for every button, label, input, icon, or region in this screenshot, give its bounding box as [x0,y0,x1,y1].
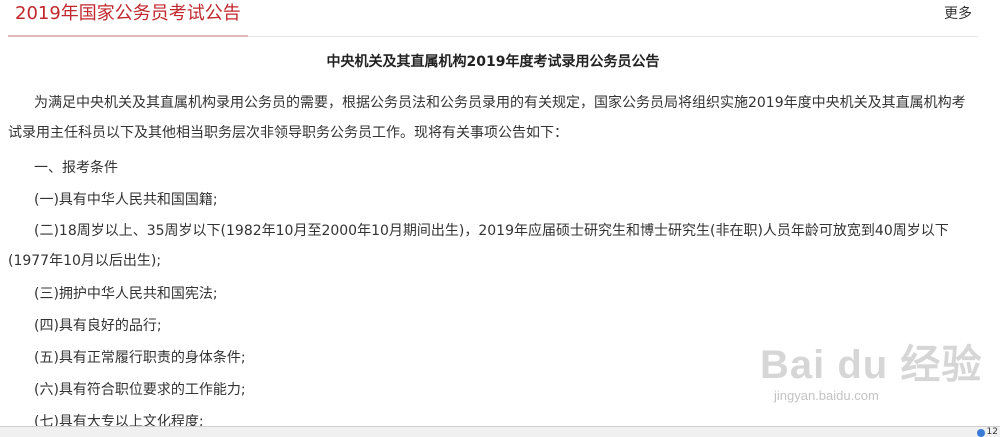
zoom-control[interactable]: 12 [976,427,998,437]
condition-item: (二)18周岁以上、35周岁以下(1982年10月至2000年10月期间出生)，… [8,223,949,269]
header: 2019年国家公务员考试公告 更多 [0,0,1000,37]
header-divider [248,36,978,37]
more-link[interactable]: 更多 [944,4,972,24]
condition-item: (三)拥护中华人民共和国宪法; [34,286,218,302]
section-title: 2019年国家公务员考试公告 [15,3,241,24]
condition-item: (四)具有良好的品行; [34,318,162,334]
article-title: 中央机关及其直属机构2019年度考试录用公务员公告 [326,54,660,70]
status-bar: 12 [0,426,1000,437]
section-heading: 一、报考条件 [34,160,118,176]
intro-paragraph: 为满足中央机关及其直属机构录用公务员的需要，根据公务员法和公务员录用的有关规定，… [8,95,966,141]
article: 中央机关及其直属机构2019年度考试录用公务员公告 为满足中央机关及其直属机构录… [8,40,978,437]
title-underline [8,35,248,37]
page: 2019年国家公务员考试公告 更多 中央机关及其直属机构2019年度考试录用公务… [0,0,1000,437]
condition-item: (五)具有正常履行职责的身体条件; [34,350,246,366]
zoom-icon [976,428,985,437]
condition-item: (六)具有符合职位要求的工作能力; [34,382,246,398]
zoom-value: 12 [986,427,998,437]
condition-item: (一)具有中华人民共和国国籍; [34,192,218,208]
